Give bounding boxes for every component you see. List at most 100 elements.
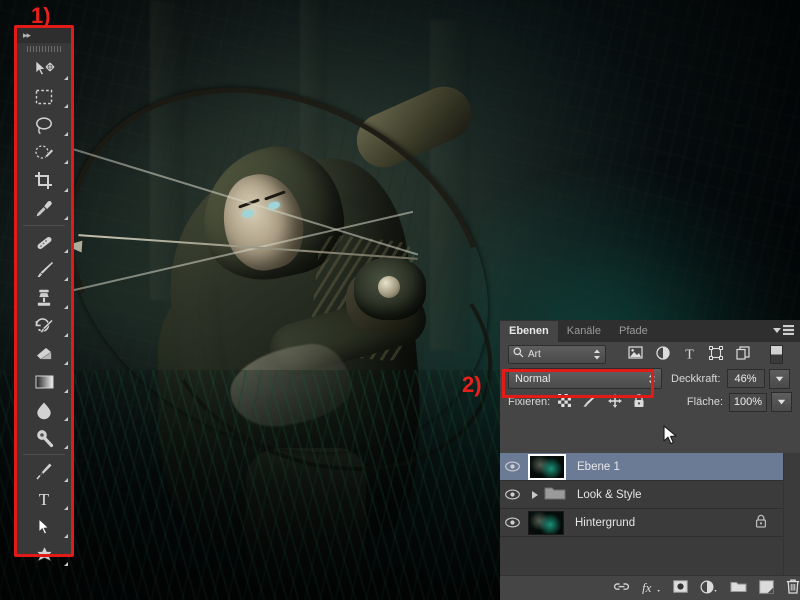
rectangular-marquee-tool[interactable] [17,83,71,111]
link-layers-button[interactable] [613,581,630,595]
new-adjustment-layer-button[interactable] [700,580,718,597]
layer-list[interactable]: Ebene 1 Look & Style Hintergrund [500,453,800,591]
blend-mode-value: Normal [515,373,550,385]
tools-panel[interactable]: ▸▸ [17,28,71,554]
lock-image-pixels[interactable] [582,394,597,411]
folder-icon [544,485,566,504]
move-tool[interactable] [17,55,71,83]
tool-flyout-indicator[interactable] [64,506,68,510]
table-row[interactable]: Ebene 1 [500,453,800,481]
fill-slider-button[interactable] [771,392,792,412]
tool-flyout-indicator[interactable] [64,445,68,449]
tool-flyout-indicator[interactable] [64,478,68,482]
tool-flyout-indicator[interactable] [64,160,68,164]
updown-arrows-icon[interactable] [648,373,656,385]
svg-text:fx: fx [642,580,652,594]
layer-type-filters[interactable]: T [628,346,750,363]
tool-flyout-indicator[interactable] [64,104,68,108]
lock-position[interactable] [608,394,622,411]
tool-flyout-indicator[interactable] [64,76,68,80]
tool-flyout-indicator[interactable] [64,132,68,136]
quick-selection-tool[interactable] [17,139,71,167]
blend-mode-select[interactable]: Normal [508,368,662,389]
eyedropper-tool[interactable] [17,195,71,223]
tool-flyout-indicator[interactable] [64,333,68,337]
path-selection-tool[interactable] [17,513,71,541]
blur-tool[interactable] [17,396,71,424]
lock-row[interactable]: Fixieren: Fläche: 100% [500,391,800,413]
lock-all[interactable] [633,394,645,411]
filter-kind-value: Art [528,349,541,360]
type-t-icon[interactable]: T [683,346,696,363]
tool-flyout-indicator[interactable] [64,361,68,365]
layer-visibility-toggle[interactable] [500,517,525,528]
annotation-label-1: 1) [31,3,51,29]
lasso-tool[interactable] [17,111,71,139]
updown-arrows-icon[interactable] [593,349,601,360]
layers-panel[interactable]: Ebenen Kanäle Pfade Art [500,320,800,600]
tool-flyout-indicator[interactable] [64,534,68,538]
opacity-input[interactable]: 46% [727,369,765,388]
lock-transparent-pixels[interactable] [558,394,571,410]
table-row[interactable]: Look & Style [500,481,800,509]
tool-flyout-indicator[interactable] [64,188,68,192]
tool-flyout-indicator[interactable] [64,389,68,393]
panel-menu-icon[interactable] [773,325,794,335]
tool-flyout-indicator[interactable] [64,249,68,253]
clone-stamp-tool[interactable] [17,284,71,312]
lock-icon [755,514,767,531]
new-group-button[interactable] [730,580,747,596]
layer-name[interactable]: Look & Style [577,489,642,501]
mouse-pointer [663,425,679,452]
layer-visibility-toggle[interactable] [500,461,525,472]
crop-tool[interactable] [17,167,71,195]
layer-name[interactable]: Hintergrund [575,517,635,529]
eraser-tool[interactable] [17,340,71,368]
table-row[interactable]: Hintergrund [500,509,800,537]
layer-filter-row[interactable]: Art T [500,342,800,366]
history-brush-tool[interactable] [17,312,71,340]
panel-tab-bar[interactable]: Ebenen Kanäle Pfade [500,320,800,342]
brush-tool[interactable] [17,256,71,284]
custom-shape-tool[interactable] [17,541,71,569]
layers-panel-toolbar[interactable]: fx [500,575,800,600]
dodge-tool[interactable] [17,424,71,452]
tools-panel-collapse-bar[interactable]: ▸▸ [17,28,71,43]
layer-style-button[interactable]: fx [642,580,661,597]
layer-thumbnail[interactable] [528,511,564,535]
search-icon [513,347,524,361]
smart-object-icon[interactable] [736,346,750,363]
tool-flyout-indicator[interactable] [64,417,68,421]
fill-input[interactable]: 100% [729,393,767,412]
image-icon[interactable] [628,346,643,362]
pen-tool[interactable] [17,457,71,485]
gradient-tool[interactable] [17,368,71,396]
double-chevron-right-icon[interactable]: ▸▸ [23,30,30,41]
filter-enable-toggle[interactable] [770,345,783,364]
blend-mode-row[interactable]: Normal Deckkraft: 46% [500,366,800,391]
layer-name[interactable]: Ebene 1 [577,461,620,473]
filter-kind-select[interactable]: Art [508,345,606,364]
opacity-slider-button[interactable] [769,369,790,389]
shape-bounds-icon[interactable] [709,346,723,363]
layer-visibility-toggle[interactable] [500,489,525,500]
chevron-right-icon[interactable] [532,491,538,499]
type-tool[interactable]: T [17,485,71,513]
tool-flyout-indicator[interactable] [64,216,68,220]
tool-flyout-indicator[interactable] [64,562,68,566]
add-layer-mask-button[interactable] [673,580,688,596]
annotation-label-2: 2) [462,372,482,398]
photoshop-window: ▸▸ [0,0,800,600]
layer-thumbnail[interactable] [528,454,566,480]
drag-grip-icon[interactable] [17,43,71,55]
tab-pfade[interactable]: Pfade [610,321,657,342]
adjustment-circle-icon[interactable] [656,346,670,363]
delete-layer-button[interactable] [786,579,800,597]
tool-flyout-indicator[interactable] [64,305,68,309]
new-layer-button[interactable] [759,580,774,597]
spot-healing-brush-tool[interactable] [17,228,71,256]
tab-ebenen[interactable]: Ebenen [500,321,558,342]
tool-flyout-indicator[interactable] [64,277,68,281]
layer-list-scrollbar[interactable] [783,453,800,591]
tab-kanaele[interactable]: Kanäle [558,321,610,342]
